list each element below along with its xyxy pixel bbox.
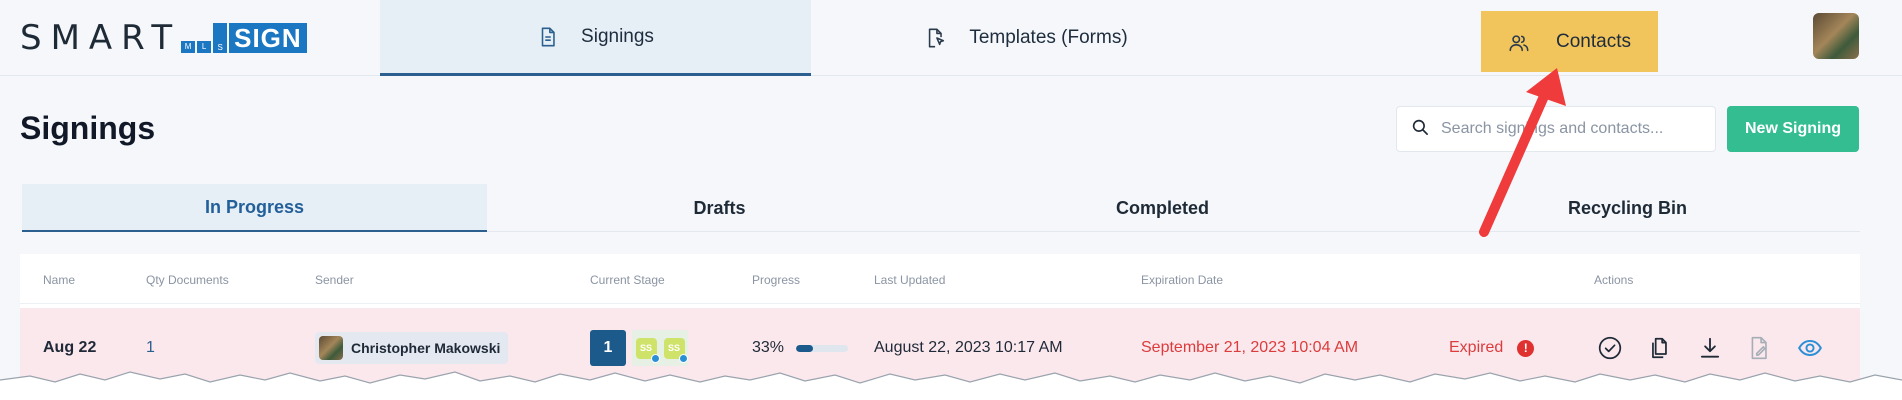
header-sender[interactable]: Sender <box>315 273 354 287</box>
nav-tab-templates[interactable]: Templates (Forms) <box>811 0 1242 76</box>
logo-text-sign: SIGN <box>229 23 307 53</box>
signer-badge[interactable]: SS <box>635 337 660 363</box>
tab-completed[interactable]: Completed <box>930 184 1395 232</box>
search-input[interactable] <box>1441 120 1701 138</box>
check-circle-icon[interactable] <box>1595 333 1625 363</box>
nav-tab-signings[interactable]: Signings <box>380 0 811 76</box>
header-progress[interactable]: Progress <box>752 273 800 287</box>
page-title: Signings <box>20 110 156 146</box>
table-header: Name Qty Documents Sender Current Stage … <box>20 254 1860 304</box>
user-avatar[interactable] <box>1813 13 1859 59</box>
logo-mls-m: M <box>181 41 196 53</box>
nav-tab-contacts-label: Contacts <box>1556 30 1631 52</box>
logo-text-smart: SMART <box>20 18 182 58</box>
logo-mls-s-letter: S <box>217 43 223 52</box>
stage-number-badge[interactable]: 1 <box>590 330 626 366</box>
header-current-stage[interactable]: Current Stage <box>590 273 665 287</box>
document-icon <box>537 26 559 48</box>
smartmls-sign-logo[interactable]: SMART M L S SIGN <box>20 18 307 58</box>
new-signing-button[interactable]: New Signing <box>1727 106 1859 152</box>
header-actions: Actions <box>1594 273 1634 287</box>
tab-in-progress[interactable]: In Progress <box>22 184 487 232</box>
header-expiration-date[interactable]: Expiration Date <box>1141 273 1223 287</box>
progress-bar-fill <box>796 344 814 352</box>
nav-tab-contacts[interactable]: Contacts <box>1481 11 1658 72</box>
alert-icon: ! <box>1517 339 1535 357</box>
nav-tab-signings-label: Signings <box>581 25 654 47</box>
signer-badge[interactable]: SS <box>663 337 688 363</box>
signer-badge-initials: SS <box>639 343 652 353</box>
document-cursor-icon <box>925 27 947 49</box>
users-icon <box>1508 31 1530 53</box>
nav-tab-templates-label: Templates (Forms) <box>969 27 1128 48</box>
top-navigation: SMART M L S SIGN Signings Templates (For… <box>0 0 1902 76</box>
progress-percent: 33% <box>752 339 785 356</box>
header-name[interactable]: Name <box>43 273 75 287</box>
tab-recycling-bin[interactable]: Recycling Bin <box>1395 184 1860 232</box>
edit-document-icon[interactable] <box>1745 333 1775 363</box>
stage-signers: SS SS <box>632 330 688 366</box>
header-qty-documents[interactable]: Qty Documents <box>146 273 229 287</box>
progress-bar <box>796 344 849 352</box>
logo-mls-bars: M L S <box>181 23 228 53</box>
status-tabs: In Progress Drafts Completed Recycling B… <box>22 184 1860 232</box>
status-badge: Expired <box>1449 339 1504 356</box>
tab-drafts[interactable]: Drafts <box>487 184 952 232</box>
signer-badge-initials: SS <box>667 343 680 353</box>
search-icon <box>1411 118 1429 141</box>
sender-chip[interactable]: Christopher Makowski <box>315 332 509 364</box>
eye-icon[interactable] <box>1795 333 1825 363</box>
search-box[interactable] <box>1396 106 1716 152</box>
copy-icon[interactable] <box>1645 333 1675 363</box>
sender-name: Christopher Makowski <box>351 340 501 356</box>
logo-mls-s: S <box>213 23 228 53</box>
torn-edge <box>0 371 1902 400</box>
logo-mls-l: L <box>197 41 212 53</box>
avatar <box>319 336 343 360</box>
header-last-updated[interactable]: Last Updated <box>874 273 945 287</box>
download-icon[interactable] <box>1695 333 1725 363</box>
